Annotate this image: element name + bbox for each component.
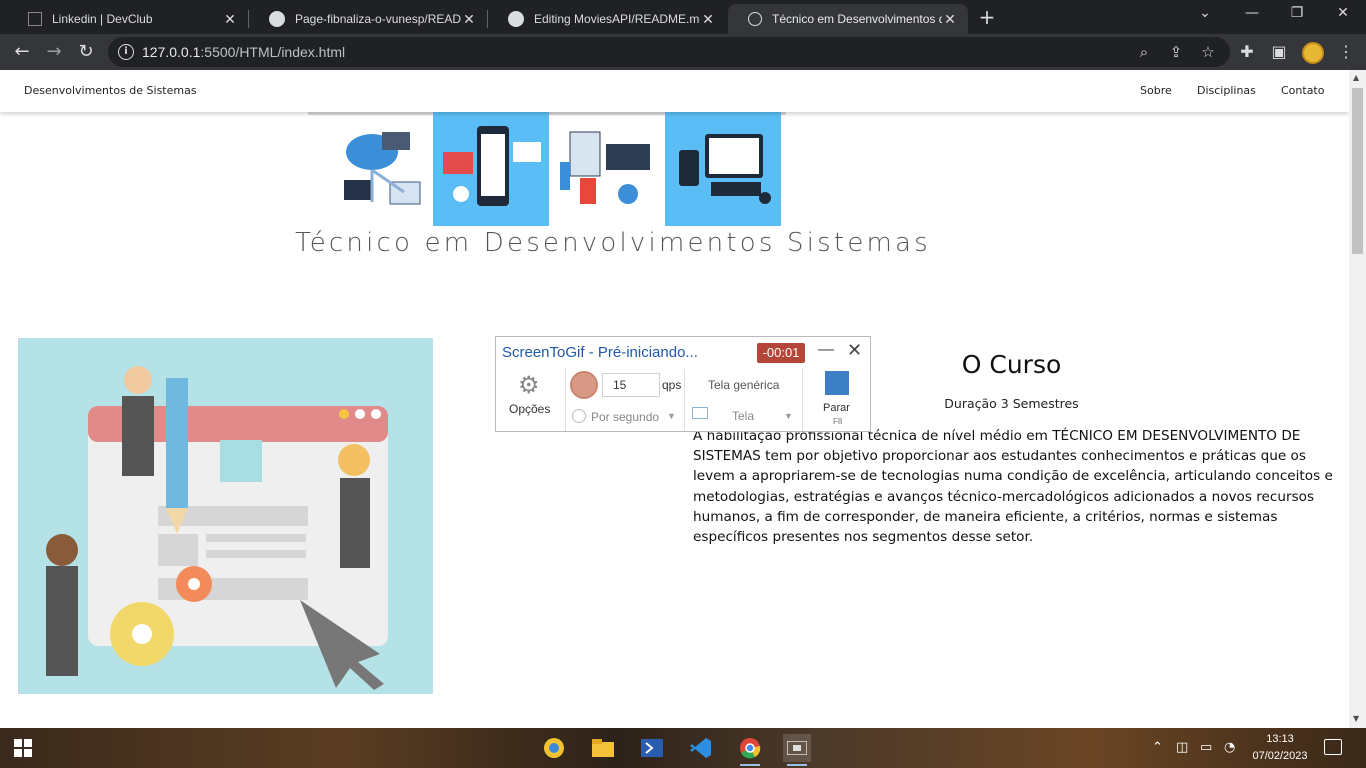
active-indicator: [740, 764, 760, 766]
tab-title: Editing MoviesAPI/README.md a: [534, 12, 700, 26]
zoom-icon[interactable]: ⌕: [1134, 42, 1154, 62]
divider: [802, 369, 803, 431]
back-icon[interactable]: ←: [11, 41, 33, 63]
notification-center-icon[interactable]: [1324, 739, 1342, 755]
options-button[interactable]: Opções: [509, 402, 550, 416]
nav-link-contato[interactable]: Contato: [1281, 84, 1324, 97]
clock-date: 07/02/2023: [1252, 750, 1308, 762]
site-brand[interactable]: Desenvolvimentos de Sistemas: [24, 84, 197, 97]
chevron-down-icon[interactable]: ▼: [667, 411, 676, 421]
divider: [565, 369, 566, 431]
cloud-network-illustration: [344, 132, 421, 205]
hero-image-strip: [308, 112, 786, 226]
tray-chevron-up-icon[interactable]: ⌃: [1152, 740, 1163, 755]
browser-tabstrip: Linkedin | DevClub ✕ Page-fibnaliza-o-vu…: [0, 0, 1366, 34]
nav-link-disciplinas[interactable]: Disciplinas: [1197, 84, 1256, 97]
fps-unit-label: qps: [662, 378, 682, 392]
workstation-illustration: [665, 112, 781, 226]
tab-github-editing[interactable]: Editing MoviesAPI/README.md a ✕: [488, 4, 726, 34]
screen-mode-label: Tela genérica: [708, 378, 780, 392]
chrome-icon[interactable]: [736, 734, 764, 766]
side-panel-icon[interactable]: ▣: [1269, 42, 1289, 62]
monitor-icon: [692, 407, 708, 419]
stop-icon[interactable]: [825, 371, 849, 395]
tab-title: Técnico em Desenvolvimentos de: [772, 12, 942, 26]
forward-icon[interactable]: →: [43, 41, 65, 63]
file-explorer-icon[interactable]: [589, 734, 617, 762]
gear-icon[interactable]: ⚙: [518, 371, 540, 400]
pie-icon: [572, 409, 586, 423]
screentogif-title: ScreenToGif - Pré-iniciando...: [502, 344, 698, 361]
screen-dropdown[interactable]: Tela: [732, 409, 754, 423]
globe-icon: [748, 12, 762, 26]
windows-taskbar: ⌃ ◫ ▭ ◔ 13:13 07/02/2023: [0, 728, 1366, 768]
reload-icon[interactable]: ↻: [75, 41, 97, 63]
powershell-icon[interactable]: [638, 734, 666, 762]
github-icon: [269, 11, 285, 27]
developer-tools-illustration: [560, 131, 650, 204]
frequency-dropdown[interactable]: Por segundo: [572, 409, 659, 424]
frequency-label: Por segundo: [591, 410, 660, 424]
url-text[interactable]: 127.0.0.1:5500/HTML/index.html: [142, 44, 345, 60]
tab-close-icon[interactable]: ✕: [461, 11, 477, 28]
devclub-favicon-icon: [28, 12, 42, 26]
address-bar[interactable]: i 127.0.0.1:5500/HTML/index.html ⌕ ⇪ ☆: [108, 37, 1230, 67]
stop-button[interactable]: Parar: [823, 402, 850, 414]
new-tab-button[interactable]: +: [976, 6, 998, 28]
url-path: :5500/HTML/index.html: [200, 44, 346, 60]
extensions-icon[interactable]: ✚: [1237, 42, 1257, 62]
windows-start-icon[interactable]: [14, 739, 32, 757]
tab-title: Linkedin | DevClub: [52, 12, 153, 26]
system-clock[interactable]: 13:13 07/02/2023: [1248, 731, 1312, 765]
divider: [684, 369, 685, 431]
screentogif-app-icon[interactable]: [783, 734, 811, 766]
scroll-up-icon[interactable]: ▲: [1353, 73, 1359, 82]
fps-input[interactable]: 15: [602, 373, 660, 397]
bookmark-star-icon[interactable]: ☆: [1198, 42, 1218, 62]
vscode-icon[interactable]: [687, 734, 715, 762]
screentogif-window: ScreenToGif - Pré-iniciando... -00:01 — …: [495, 336, 871, 432]
menu-kebab-icon[interactable]: ⋮: [1336, 42, 1356, 62]
github-icon: [508, 11, 524, 27]
tab-close-icon[interactable]: ✕: [700, 11, 716, 28]
stop-shortcut: F8: [833, 417, 843, 426]
site-navbar: Desenvolvimentos de Sistemas Sobre Disci…: [0, 70, 1349, 112]
restore-icon[interactable]: ❐: [1287, 5, 1307, 21]
clock-time: 13:13: [1266, 733, 1294, 745]
meet-now-icon[interactable]: ◫: [1176, 740, 1188, 755]
chrome-profile-app-icon[interactable]: [540, 734, 568, 762]
close-window-icon[interactable]: ✕: [1333, 5, 1353, 21]
scrollbar-thumb[interactable]: [1352, 88, 1363, 254]
nav-link-sobre[interactable]: Sobre: [1140, 84, 1172, 97]
site-info-icon[interactable]: i: [118, 44, 134, 60]
web-design-team-illustration: [18, 338, 433, 694]
active-indicator: [787, 764, 807, 766]
scroll-down-icon[interactable]: ▼: [1353, 714, 1359, 723]
battery-icon[interactable]: ▭: [1200, 740, 1212, 755]
chevron-down-icon[interactable]: ▼: [784, 411, 793, 421]
tab-tecnico-active[interactable]: Técnico em Desenvolvimentos de ✕: [728, 4, 968, 34]
minimize-icon[interactable]: —: [818, 341, 834, 359]
url-host: 127.0.0.1: [142, 44, 201, 60]
record-button[interactable]: [570, 371, 598, 399]
share-icon[interactable]: ⇪: [1166, 42, 1186, 62]
page-scrollbar[interactable]: ▲ ▼: [1349, 70, 1366, 728]
minimize-icon[interactable]: —: [1242, 5, 1262, 21]
tab-github-page[interactable]: Page-fibnaliza-o-vunesp/READM ✕: [249, 4, 487, 34]
close-icon[interactable]: ✕: [847, 340, 862, 361]
wifi-icon[interactable]: ◔: [1224, 740, 1235, 755]
tab-close-icon[interactable]: ✕: [222, 11, 238, 28]
curso-description: A habilitação profissional técnica de ní…: [693, 428, 1333, 546]
mobile-devices-illustration: [433, 112, 549, 226]
tab-linkedin[interactable]: Linkedin | DevClub ✕: [8, 4, 248, 34]
recording-timer: -00:01: [757, 343, 805, 363]
tab-search-icon[interactable]: ⌄: [1195, 5, 1215, 21]
tab-close-icon[interactable]: ✕: [942, 11, 958, 28]
profile-avatar[interactable]: [1302, 42, 1324, 64]
tab-title: Page-fibnaliza-o-vunesp/READM: [295, 12, 461, 26]
browser-toolbar: ← → ↻ i 127.0.0.1:5500/HTML/index.html ⌕…: [0, 34, 1366, 70]
hero-title: Técnico em Desenvolvimentos Sistemas: [295, 228, 931, 258]
